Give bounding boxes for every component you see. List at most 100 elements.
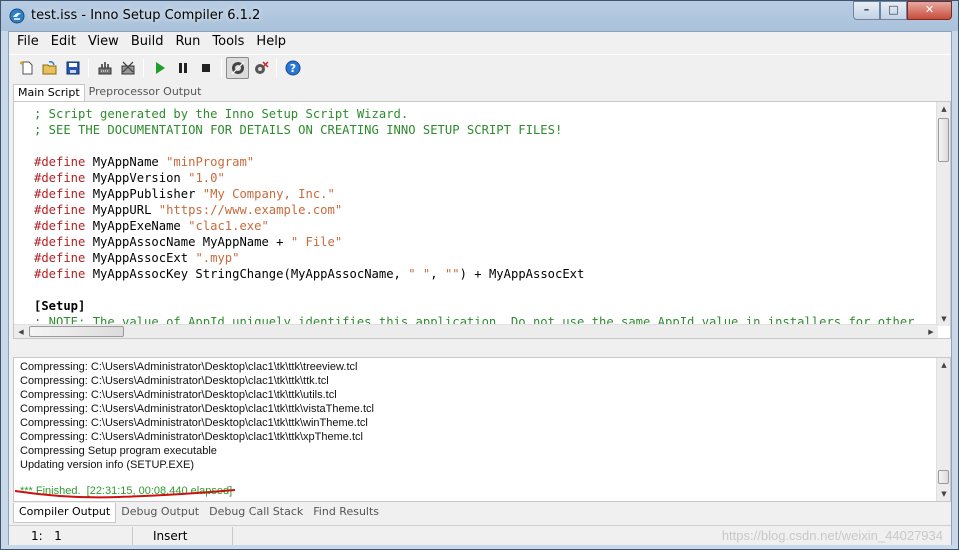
menu-view[interactable]: View — [82, 32, 125, 52]
tab-main-script[interactable]: Main Script — [13, 84, 85, 102]
code-line: [Setup] — [34, 298, 85, 314]
status-bar: 1: 1 Insert https://blog.csdn.net/weixin… — [9, 525, 951, 545]
code-token: "minProgram" — [166, 155, 255, 169]
compile-icon — [98, 61, 111, 74]
code-token: #define — [34, 203, 86, 217]
compiler-output-panel[interactable]: Compressing: C:\Users\Administrator\Desk… — [13, 357, 951, 502]
script-editor[interactable]: ; Script generated by the Inno Setup Scr… — [13, 101, 951, 339]
code-token: , — [430, 267, 445, 281]
scroll-up-icon[interactable]: ▲ — [937, 358, 950, 372]
title-bar[interactable]: test.iss - Inno Setup Compiler 6.1.2 – □… — [1, 1, 958, 31]
help-button[interactable]: ? — [281, 57, 304, 79]
scroll-up-icon[interactable]: ▲ — [937, 102, 950, 116]
code-area[interactable]: ; Script generated by the Inno Setup Scr… — [14, 102, 938, 324]
code-line: #define MyAppVersion "1.0" — [34, 170, 225, 186]
code-token: MyAppAssocKey StringChange(MyAppAssocNam… — [85, 267, 409, 281]
debug-target-icon — [231, 61, 244, 74]
scroll-right-icon[interactable]: ▶ — [924, 325, 938, 338]
code-line: #define MyAppAssocName MyAppName + " Fil… — [34, 234, 342, 250]
insert-mode-indicator: Insert — [133, 526, 233, 545]
stop-compile-button[interactable] — [116, 57, 139, 79]
editor-vertical-scrollbar[interactable]: ▲ ▼ — [936, 102, 950, 326]
code-line: #define MyAppURL "https://www.example.co… — [34, 202, 342, 218]
code-token: MyAppAssocExt — [85, 251, 196, 265]
code-token: ; NOTE: The value of AppId uniquely iden… — [34, 315, 915, 324]
compile-button[interactable] — [93, 57, 116, 79]
stop-icon — [201, 63, 210, 72]
output-tabs: Compiler Output Debug Output Debug Call … — [13, 503, 384, 523]
output-vscroll-thumb[interactable] — [938, 470, 949, 484]
code-line: #define MyAppAssocExt ".myp" — [34, 250, 239, 266]
debug-uninstall-icon — [254, 60, 269, 74]
code-line: #define MyAppAssocKey StringChange(MyApp… — [34, 266, 584, 282]
code-token: "My Company, Inc." — [202, 187, 335, 201]
red-underline-annotation — [14, 489, 236, 499]
menu-tools[interactable]: Tools — [206, 32, 250, 52]
tab-debug-call-stack[interactable]: Debug Call Stack — [204, 503, 308, 523]
maximize-button[interactable]: □ — [880, 1, 907, 20]
output-line: Updating version info (SETUP.EXE) — [20, 459, 195, 471]
code-token: MyAppPublisher — [85, 187, 203, 201]
code-token: "1.0" — [188, 171, 225, 185]
code-token: #define — [34, 219, 86, 233]
editor-horizontal-scrollbar[interactable]: ◀ ▶ — [14, 324, 938, 338]
open-file-icon — [42, 60, 56, 74]
new-file-button[interactable] — [15, 57, 38, 79]
scroll-left-icon[interactable]: ◀ — [14, 325, 28, 338]
window-controls: – □ ✕ — [853, 1, 952, 21]
tab-compiler-output[interactable]: Compiler Output — [13, 503, 117, 523]
toolbar-separator — [88, 58, 89, 77]
stop-button[interactable] — [194, 57, 217, 79]
output-line: Compressing: C:\Users\Administrator\Desk… — [20, 389, 337, 401]
close-icon: ✕ — [924, 3, 935, 16]
close-button[interactable]: ✕ — [907, 1, 952, 20]
cursor-column: 1 — [54, 528, 62, 543]
menu-help[interactable]: Help — [250, 32, 292, 52]
tab-debug-output[interactable]: Debug Output — [116, 503, 204, 523]
code-token: #define — [34, 235, 86, 249]
editor-vscroll-thumb[interactable] — [938, 118, 949, 162]
menu-edit[interactable]: Edit — [45, 32, 82, 52]
minimize-button[interactable]: – — [853, 1, 880, 20]
cursor-position: 1: 1 — [9, 526, 133, 545]
code-line: #define MyAppPublisher "My Company, Inc.… — [34, 186, 335, 202]
code-token: "" — [444, 267, 460, 281]
code-token: #define — [34, 171, 86, 185]
code-token: " File" — [290, 235, 343, 249]
output-vertical-scrollbar[interactable]: ▲ ▼ — [936, 358, 950, 501]
pause-button[interactable] — [171, 57, 194, 79]
code-token: [Setup] — [34, 299, 86, 313]
tab-find-results[interactable]: Find Results — [308, 503, 384, 523]
code-token: ) + MyAppAssocExt — [459, 267, 585, 281]
code-token: ; SEE THE DOCUMENTATION FOR DETAILS ON C… — [34, 123, 563, 137]
scroll-down-icon[interactable]: ▼ — [937, 487, 950, 501]
watermark: https://blog.csdn.net/weixin_44027934 — [721, 528, 943, 543]
menu-file[interactable]: File — [11, 32, 45, 52]
run-button[interactable] — [148, 57, 171, 79]
code-token: ".myp" — [195, 251, 240, 265]
debug-uninstall-button[interactable] — [249, 57, 272, 79]
maximize-icon: □ — [888, 3, 899, 16]
debug-target-button[interactable] — [226, 56, 249, 79]
svg-text:?: ? — [289, 62, 295, 75]
client-area: File Edit View Build Run Tools Help ? Ma… — [8, 31, 952, 545]
toolbar-separator — [221, 58, 222, 77]
menu-build[interactable]: Build — [125, 32, 170, 52]
open-file-button[interactable] — [38, 57, 61, 79]
code-token: MyAppExeName — [85, 219, 189, 233]
stop-compile-icon — [121, 61, 134, 74]
code-token: MyAppURL — [85, 203, 159, 217]
menu-run[interactable]: Run — [169, 32, 206, 52]
tab-preprocessor-output[interactable]: Preprocessor Output — [85, 84, 206, 102]
editor-hscroll-thumb[interactable] — [29, 326, 124, 337]
toolbar: ? — [9, 54, 951, 80]
output-line: Compressing: C:\Users\Administrator\Desk… — [20, 431, 363, 443]
save-icon — [66, 61, 79, 74]
scroll-down-icon[interactable]: ▼ — [937, 312, 950, 326]
save-button[interactable] — [61, 57, 84, 79]
code-token: #define — [34, 187, 86, 201]
menu-bar: File Edit View Build Run Tools Help — [9, 32, 951, 52]
code-token: "clac1.exe" — [188, 219, 269, 233]
code-token: MyAppAssocName MyAppName + — [85, 235, 291, 249]
code-token: #define — [34, 251, 86, 265]
